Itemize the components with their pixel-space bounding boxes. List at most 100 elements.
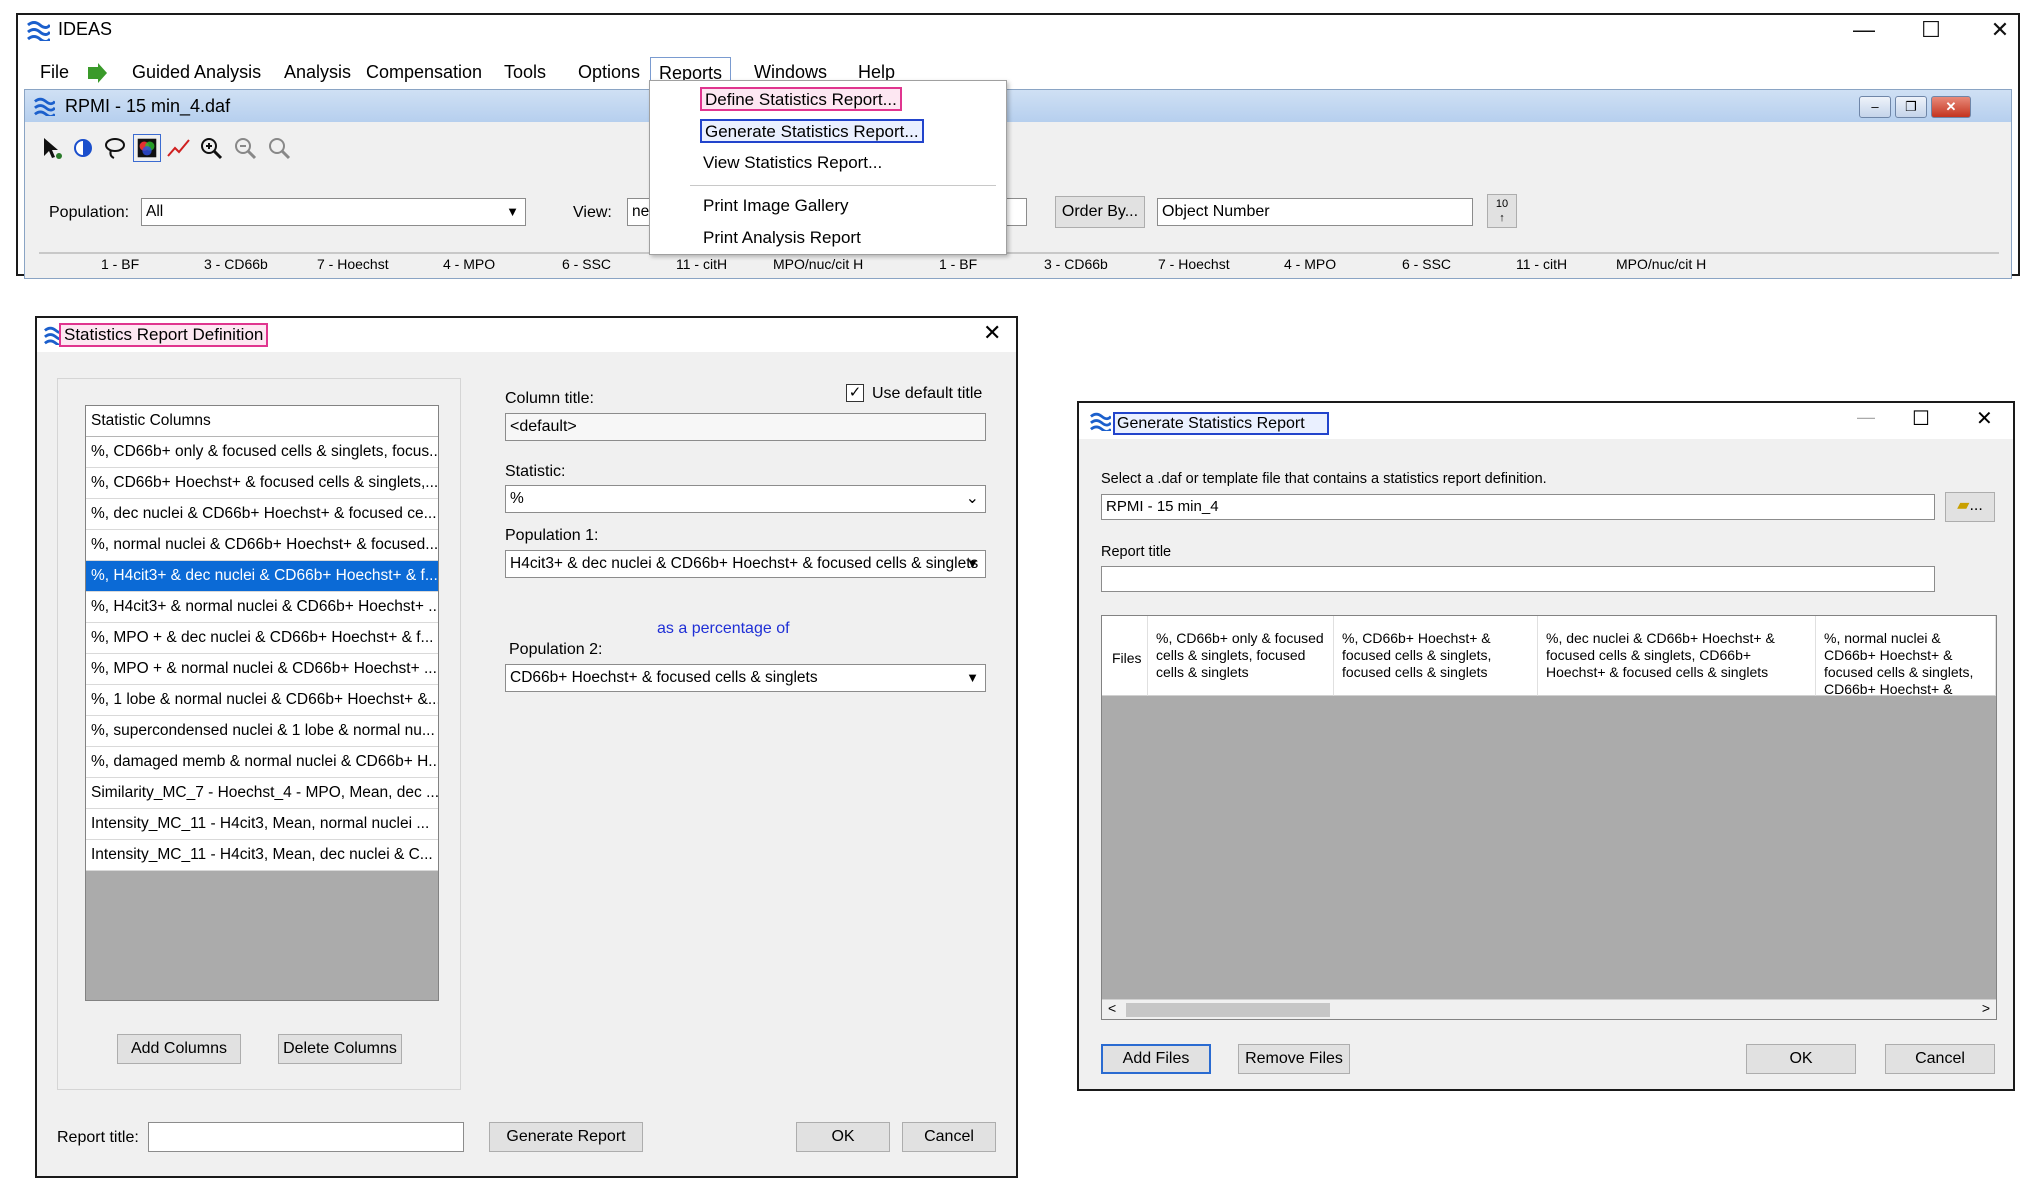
line-tool-icon[interactable]	[165, 134, 193, 162]
app-title: IDEAS	[58, 19, 113, 39]
as-percentage-label: as a percentage of	[657, 620, 790, 637]
child-titlebar: RPMI - 15 min_4.daf – ❐ ✕	[25, 90, 2011, 122]
menu-tools[interactable]: Tools	[496, 57, 554, 87]
list-item[interactable]: Intensity_MC_11 - H4cit3, Mean, normal n…	[86, 809, 438, 840]
order-by-button[interactable]: Order By...	[1055, 196, 1145, 228]
scroll-left-icon[interactable]: <	[1108, 1000, 1116, 1016]
menu-item-generate-statistics-report[interactable]: Generate Statistics Report...	[700, 119, 924, 143]
list-item[interactable]: %, MPO + & normal nuclei & CD66b+ Hoechs…	[86, 654, 438, 685]
list-item[interactable]: %, damaged memb & normal nuclei & CD66b+…	[86, 747, 438, 778]
browse-button[interactable]: ▰...	[1945, 492, 1995, 522]
column-header: 3 - CD66b	[204, 256, 268, 272]
remove-files-button[interactable]: Remove Files	[1238, 1044, 1350, 1074]
report-title-label: Report title	[1101, 544, 1172, 560]
column-header: 3 - CD66b	[1044, 256, 1108, 272]
reports-dropdown: Define Statistics Report... Generate Sta…	[649, 80, 1007, 255]
menu-item-print-image-gallery[interactable]: Print Image Gallery	[700, 195, 852, 219]
gsr-minimize-button[interactable]: —	[1857, 407, 1875, 428]
list-item[interactable]: %, supercondensed nuclei & 1 lobe & norm…	[86, 716, 438, 747]
child-close-button[interactable]: ✕	[1931, 96, 1971, 118]
generate-statistics-report-dialog: Generate Statistics Report — ☐ ✕ Select …	[1077, 401, 2015, 1091]
list-item[interactable]: %, CD66b+ only & focused cells & singlet…	[86, 437, 438, 468]
ideas-main-window: IDEAS — ☐ ✕ File Guided Analysis Analysi…	[16, 13, 2020, 279]
gsr-close-button[interactable]: ✕	[1976, 406, 1993, 431]
report-title-input[interactable]	[148, 1122, 464, 1152]
list-item[interactable]: %, normal nuclei & CD66b+ Hoechst+ & foc…	[86, 530, 438, 561]
minimize-button[interactable]: —	[1844, 15, 1884, 45]
list-item[interactable]: %, dec nuclei & CD66b+ Hoechst+ & focuse…	[86, 499, 438, 530]
population2-value: CD66b+ Hoechst+ & focused cells & single…	[510, 669, 818, 686]
grid-header-files: Files	[1102, 616, 1148, 696]
add-columns-button[interactable]: Add Columns	[117, 1034, 241, 1064]
menu-file[interactable]: File	[32, 57, 77, 87]
grid-header: %, CD66b+ Hoechst+ & focused cells & sin…	[1334, 616, 1538, 696]
daf-child-window: RPMI - 15 min_4.daf – ❐ ✕ Population: Al…	[24, 89, 2012, 279]
cancel-button[interactable]: Cancel	[1885, 1044, 1995, 1074]
list-item[interactable]: %, 1 lobe & normal nuclei & CD66b+ Hoech…	[86, 685, 438, 716]
column-header: 11 - citH	[1516, 256, 1568, 272]
list-item[interactable]: %, CD66b+ Hoechst+ & focused cells & sin…	[86, 468, 438, 499]
use-default-title-checkbox[interactable]: ✓	[846, 384, 864, 402]
view-label: View:	[573, 204, 612, 221]
cancel-button[interactable]: Cancel	[902, 1122, 996, 1152]
gsr-maximize-button[interactable]: ☐	[1912, 406, 1930, 431]
column-title-input[interactable]: <default>	[505, 413, 986, 441]
menu-compensation[interactable]: Compensation	[358, 57, 490, 87]
column-header: 6 - SSC	[562, 256, 612, 272]
column-header: MPO/nuc/cit H	[773, 256, 864, 272]
menu-options[interactable]: Options	[570, 57, 648, 87]
list-item[interactable]: %, MPO + & dec nuclei & CD66b+ Hoechst+ …	[86, 623, 438, 654]
lasso-tool-icon[interactable]	[101, 134, 129, 162]
menu-item-print-analysis-report[interactable]: Print Analysis Report	[700, 227, 864, 251]
color-tool-icon[interactable]	[133, 134, 161, 162]
child-title: RPMI - 15 min_4.daf	[65, 96, 231, 116]
column-divider	[39, 252, 1999, 254]
contrast-tool-icon[interactable]	[69, 134, 97, 162]
population2-select[interactable]: CD66b+ Hoechst+ & focused cells & single…	[505, 664, 986, 692]
gsr-logo-icon	[1090, 412, 1111, 431]
order-field-input[interactable]: Object Number	[1157, 198, 1473, 226]
delete-columns-button[interactable]: Delete Columns	[278, 1034, 402, 1064]
maximize-button[interactable]: ☐	[1911, 15, 1951, 45]
sort-arrow-icon: ↑	[1499, 212, 1505, 224]
ok-button[interactable]: OK	[1746, 1044, 1856, 1074]
close-button[interactable]: ✕	[1980, 15, 2020, 45]
menu-item-define-statistics-report[interactable]: Define Statistics Report...	[700, 87, 902, 111]
list-item[interactable]: Similarity_MC_7 - Hoechst_4 - MPO, Mean,…	[86, 778, 438, 809]
column-header: 4 - MPO	[1284, 256, 1337, 272]
zoom-reset-icon[interactable]	[265, 134, 293, 162]
zoom-out-icon[interactable]	[231, 134, 259, 162]
list-item[interactable]: Intensity_MC_11 - H4cit3, Mean, dec nucl…	[86, 840, 438, 871]
list-item-selected[interactable]: %, H4cit3+ & dec nuclei & CD66b+ Hoechst…	[86, 561, 438, 592]
scroll-thumb[interactable]	[1126, 1003, 1330, 1017]
child-restore-button[interactable]: ❐	[1895, 96, 1927, 118]
population1-select[interactable]: H4cit3+ & dec nuclei & CD66b+ Hoechst+ &…	[505, 550, 986, 578]
column-header: MPO/nuc/cit H	[1616, 256, 1707, 272]
menu-guided-analysis[interactable]: Guided Analysis	[124, 57, 269, 87]
view-value: ne	[632, 203, 650, 220]
report-title-input[interactable]	[1101, 566, 1935, 592]
ok-button[interactable]: OK	[796, 1122, 890, 1152]
srd-close-button[interactable]: ✕	[983, 320, 1001, 346]
horizontal-scrollbar[interactable]: < >	[1102, 999, 1996, 1019]
scroll-right-icon[interactable]: >	[1982, 1000, 1990, 1016]
files-grid[interactable]: Files %, CD66b+ only & focused cells & s…	[1101, 615, 1997, 1020]
statistic-select[interactable]: % ⌄	[505, 485, 986, 513]
add-files-button[interactable]: Add Files	[1101, 1044, 1211, 1074]
file-path-input[interactable]: RPMI - 15 min_4	[1101, 494, 1935, 520]
list-item[interactable]: %, H4cit3+ & normal nuclei & CD66b+ Hoec…	[86, 592, 438, 623]
generate-report-button[interactable]: Generate Report	[489, 1122, 643, 1152]
menu-analysis[interactable]: Analysis	[276, 57, 359, 87]
child-minimize-button[interactable]: –	[1859, 96, 1891, 118]
use-default-title-label: Use default title	[872, 385, 983, 402]
menu-item-view-statistics-report[interactable]: View Statistics Report...	[700, 152, 885, 176]
statistic-columns-list[interactable]: Statistic Columns %, CD66b+ only & focus…	[85, 405, 439, 1001]
select-file-label: Select a .daf or template file that cont…	[1101, 471, 1547, 487]
population-select[interactable]: All ▼	[141, 198, 526, 226]
child-logo-icon	[34, 97, 55, 116]
zoom-in-icon[interactable]	[197, 134, 225, 162]
column-header: 11 - citH	[676, 256, 728, 272]
sort-order-button[interactable]: 10 ↑	[1487, 194, 1517, 228]
column-header: 1 - BF	[939, 256, 978, 272]
pointer-tool-icon[interactable]	[37, 134, 65, 162]
